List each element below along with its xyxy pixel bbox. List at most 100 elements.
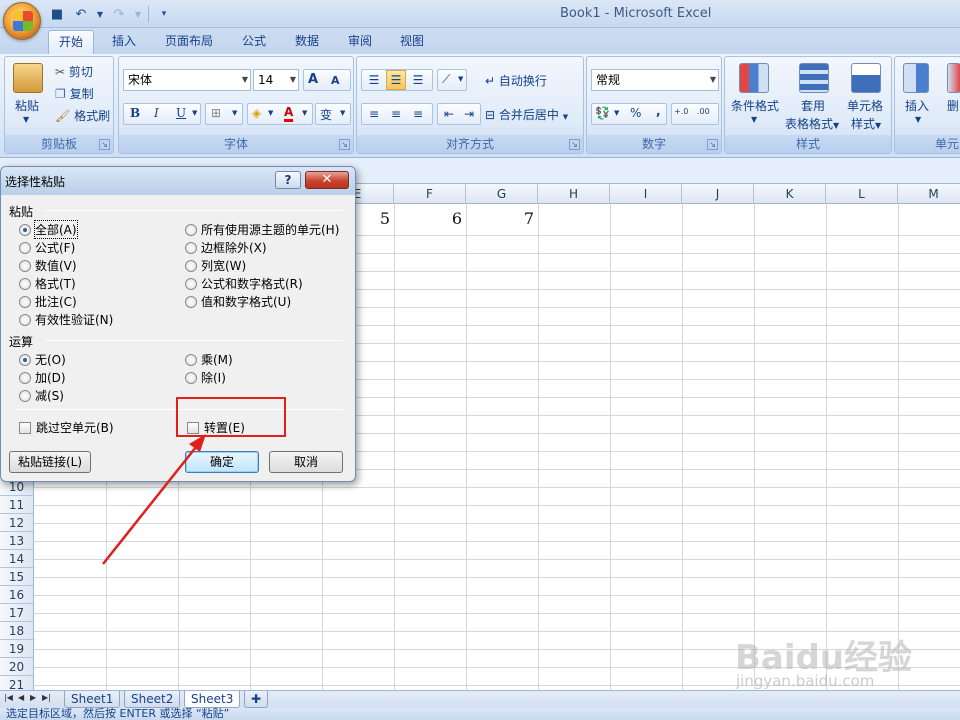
row-header-17[interactable]: 17 — [0, 604, 34, 622]
redo-icon[interactable]: ↷ — [110, 5, 128, 23]
ok-button[interactable]: 确定 — [185, 451, 259, 473]
radio-paste-formats[interactable]: 格式(T) — [19, 275, 76, 292]
sheet-tab-sheet2[interactable]: Sheet2 — [124, 691, 181, 708]
prev-sheet-icon[interactable]: ◀ — [18, 693, 28, 705]
cell-styles-icon[interactable] — [851, 63, 881, 93]
cell-g1[interactable]: 7 — [466, 209, 534, 228]
orientation-button[interactable]: ⟋ ▼ — [437, 69, 467, 91]
tab-page-layout[interactable]: 页面布局 — [155, 30, 223, 54]
table-format-button[interactable]: 表格格式▼ — [785, 115, 839, 132]
conditional-format-button[interactable]: 条件格式 — [731, 97, 779, 114]
conditional-dropdown-icon[interactable]: ▼ — [751, 115, 757, 124]
row-header-15[interactable]: 15 — [0, 568, 34, 586]
clipboard-launcher-icon[interactable]: ↘ — [99, 139, 110, 150]
italic-button[interactable]: I — [154, 106, 159, 120]
column-header-k[interactable]: K — [754, 184, 826, 204]
cell-styles-button-top[interactable]: 单元格 — [847, 97, 883, 114]
row-header-11[interactable]: 11 — [0, 496, 34, 514]
column-header-f[interactable]: F — [394, 184, 466, 204]
delete-cells-button[interactable]: 删 — [947, 97, 959, 114]
next-sheet-icon[interactable]: ▶ — [30, 693, 40, 705]
paste-button[interactable]: 粘贴 — [15, 97, 39, 114]
accounting-icon[interactable]: 💱 — [595, 106, 610, 120]
fill-dropdown-icon[interactable]: ▼ — [268, 109, 273, 117]
bold-button[interactable]: B — [130, 106, 140, 120]
radio-paste-values[interactable]: 数值(V) — [19, 257, 77, 274]
radio-paste-validation[interactable]: 有效性验证(N) — [19, 311, 113, 328]
cell-styles-button[interactable]: 样式▼ — [851, 115, 881, 132]
row-header-13[interactable]: 13 — [0, 532, 34, 550]
wrap-text-button[interactable]: ↵ 自动换行 — [485, 72, 547, 89]
underline-dropdown-icon[interactable]: ▼ — [192, 109, 197, 117]
phonetic-button[interactable]: 变 ▼ — [315, 103, 351, 125]
column-header-l[interactable]: L — [826, 184, 898, 204]
percent-button[interactable]: % — [630, 106, 641, 120]
radio-paste-comments[interactable]: 批注(C) — [19, 293, 77, 310]
insert-cells-icon[interactable] — [903, 63, 929, 93]
row-header-16[interactable]: 16 — [0, 586, 34, 604]
undo-dropdown-icon[interactable]: ▼ — [96, 5, 104, 23]
last-sheet-icon[interactable]: ▶| — [42, 693, 52, 705]
tab-formulas[interactable]: 公式 — [232, 30, 276, 54]
number-launcher-icon[interactable]: ↘ — [707, 139, 718, 150]
column-header-h[interactable]: H — [538, 184, 610, 204]
column-header-m[interactable]: M — [898, 184, 960, 204]
radio-paste-no-borders[interactable]: 边框除外(X) — [185, 239, 267, 256]
radio-paste-values-numbers[interactable]: 值和数字格式(U) — [185, 293, 291, 310]
insert-sheet-icon[interactable]: ✚ — [244, 691, 268, 708]
align-left-icon[interactable]: ≡ — [364, 104, 384, 124]
column-header-j[interactable]: J — [682, 184, 754, 204]
shrink-font-button[interactable]: A — [331, 74, 340, 87]
underline-button[interactable]: U — [176, 106, 186, 120]
radio-op-add[interactable]: 加(D) — [19, 369, 66, 386]
accounting-dropdown-icon[interactable]: ▼ — [614, 109, 619, 117]
row-header-20[interactable]: 20 — [0, 658, 34, 676]
sheet-tab-sheet3[interactable]: Sheet3 — [184, 691, 241, 708]
borders-button[interactable]: ⊞ ▼ — [205, 103, 243, 125]
radio-paste-formulas-numbers[interactable]: 公式和数字格式(R) — [185, 275, 303, 292]
radio-paste-source-theme[interactable]: 所有使用源主题的单元(H) — [185, 221, 339, 238]
radio-op-multiply[interactable]: 乘(M) — [185, 351, 233, 368]
decrease-indent-icon[interactable]: ⇤ — [439, 104, 459, 124]
insert-cells-button[interactable]: 插入 — [905, 97, 929, 114]
sheet-tab-sheet1[interactable]: Sheet1 — [64, 691, 121, 708]
first-sheet-icon[interactable]: |◀ — [4, 693, 14, 705]
increase-indent-icon[interactable]: ⇥ — [459, 104, 479, 124]
cell-f1[interactable]: 6 — [394, 209, 462, 228]
row-header-19[interactable]: 19 — [0, 640, 34, 658]
column-header-i[interactable]: I — [610, 184, 682, 204]
copy-button[interactable]: ❐ 复制 — [55, 85, 94, 102]
office-button[interactable] — [3, 2, 41, 40]
radio-paste-all[interactable]: 全部(A) — [19, 220, 78, 239]
table-format-button-top[interactable]: 套用 — [801, 97, 825, 114]
align-top-icon[interactable]: ☰ — [364, 70, 384, 90]
customize-qat-icon[interactable]: ▾ — [155, 5, 173, 23]
cut-button[interactable]: ✂ 剪切 — [55, 63, 93, 80]
redo-dropdown-icon[interactable]: ▼ — [134, 5, 142, 23]
help-button[interactable]: ? — [275, 171, 301, 189]
radio-paste-formulas[interactable]: 公式(F) — [19, 239, 75, 256]
paste-dropdown-icon[interactable]: ▼ — [23, 115, 29, 124]
alignment-launcher-icon[interactable]: ↘ — [569, 139, 580, 150]
column-header-g[interactable]: G — [466, 184, 538, 204]
comma-button[interactable]: , — [656, 104, 661, 118]
radio-op-none[interactable]: 无(O) — [19, 351, 66, 368]
font-name-combo[interactable]: 宋体 ▼ — [123, 69, 251, 91]
tab-insert[interactable]: 插入 — [102, 30, 146, 54]
row-header-14[interactable]: 14 — [0, 550, 34, 568]
increase-decimal-icon[interactable]: +.0 — [674, 107, 688, 116]
fill-color-icon[interactable]: ◈ — [252, 106, 261, 120]
align-center-icon[interactable]: ≡ — [386, 104, 406, 124]
grow-font-button[interactable]: A — [308, 72, 318, 87]
tab-review[interactable]: 审阅 — [338, 30, 382, 54]
radio-op-subtract[interactable]: 减(S) — [19, 387, 64, 404]
font-color-button[interactable]: A — [284, 105, 294, 122]
align-right-icon[interactable]: ≡ — [408, 104, 428, 124]
merge-center-button[interactable]: ⊟ 合并后居中 ▼ — [485, 106, 568, 123]
tab-home[interactable]: 开始 — [48, 30, 95, 54]
font-size-combo[interactable]: 14 ▼ — [253, 69, 299, 91]
decrease-decimal-icon[interactable]: .00 — [697, 107, 710, 116]
skip-blanks-checkbox[interactable]: 跳过空单元(B) — [19, 419, 114, 436]
close-button[interactable]: ✕ — [305, 171, 349, 189]
font-color-dropdown-icon[interactable]: ▼ — [302, 109, 307, 117]
